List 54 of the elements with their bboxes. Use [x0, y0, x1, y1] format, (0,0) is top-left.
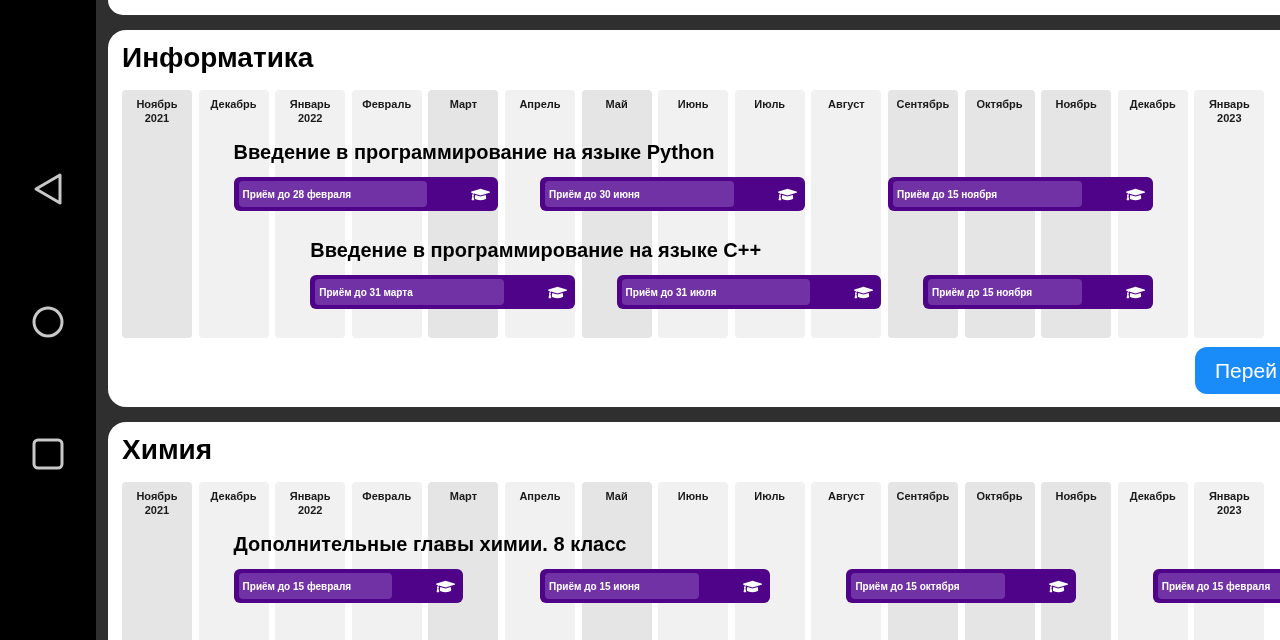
month-label: Январь [1208, 489, 1250, 503]
enrollment-bar[interactable]: Приём до 15 июня [540, 569, 770, 603]
month-label: Февраль [362, 97, 412, 111]
month-label: Октябрь [976, 97, 1023, 111]
enrollment-bar[interactable]: Приём до 15 февраля [233, 569, 464, 603]
month-label: Апрель [519, 489, 561, 503]
enrollment-bar[interactable]: Приём до 30 июня [540, 177, 805, 211]
month-label: Декабрь [1129, 489, 1176, 503]
month-label: Май [605, 489, 628, 503]
recent-apps-icon[interactable] [32, 438, 64, 470]
enrollment-bar[interactable]: Приём до 15 ноября [923, 275, 1153, 309]
month-label: Июнь [677, 97, 709, 111]
year-label: 2021 [144, 503, 170, 517]
enrollment-bar[interactable]: Приём до 28 февраля [233, 177, 499, 211]
section-title: Информатика [122, 41, 314, 75]
back-icon[interactable] [32, 172, 64, 206]
month-label: Июнь [677, 489, 709, 503]
month-label: Январь [289, 97, 331, 111]
month-label: Январь [289, 489, 331, 503]
year-label: 2022 [297, 111, 323, 125]
month-label: Март [449, 489, 478, 503]
month-label: Декабрь [210, 489, 257, 503]
enrollment-bar[interactable]: Приём до 15 ноября [888, 177, 1153, 211]
course-title: Дополнительные главы химии. 8 класс [233, 532, 627, 556]
year-label: 2023 [1217, 503, 1242, 517]
enrollment-bar[interactable]: Приём до 31 марта [310, 275, 575, 309]
month-label: Ноябрь [136, 97, 178, 111]
month-label: Октябрь [976, 489, 1023, 503]
month-label: Апрель [519, 97, 561, 111]
month-label: Сентябрь [896, 489, 950, 503]
month-label: Август [828, 97, 865, 111]
enrollment-bar[interactable]: Приём до 15 октября [846, 569, 1077, 603]
month-label: Февраль [362, 489, 412, 503]
month-label: Май [605, 97, 628, 111]
month-label: Ноябрь [1055, 489, 1097, 503]
home-icon[interactable] [31, 305, 65, 339]
month-label: Ноябрь [1055, 97, 1097, 111]
month-label: Март [449, 97, 478, 111]
section-title: Химия [122, 433, 213, 467]
month-label: Июль [754, 489, 786, 503]
course-title: Введение в программирование на языке Python [233, 140, 715, 164]
enrollment-bar[interactable]: Приём до 31 июля [616, 275, 882, 309]
year-label: 2021 [144, 111, 170, 125]
month-label: Сентябрь [896, 97, 950, 111]
course-title: Введение в программирование на языке C++ [310, 238, 762, 262]
year-label: 2022 [297, 503, 323, 517]
month-label: Август [828, 489, 865, 503]
year-label: 2023 [1217, 111, 1242, 125]
month-label: Июль [754, 97, 786, 111]
month-label: Декабрь [1129, 97, 1176, 111]
enrollment-bar[interactable]: Приём до 15 февраля [1152, 569, 1280, 603]
month-label: Январь [1208, 97, 1250, 111]
month-label: Декабрь [210, 97, 257, 111]
month-label: Ноябрь [136, 489, 178, 503]
